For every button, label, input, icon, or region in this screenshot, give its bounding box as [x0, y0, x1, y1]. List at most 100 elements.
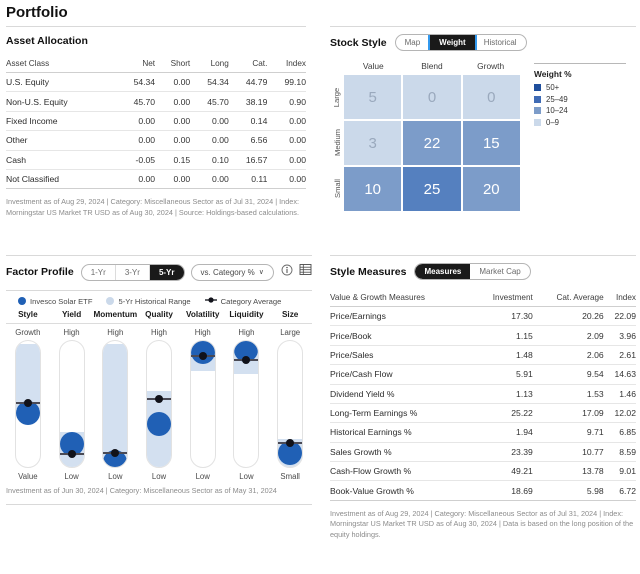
info-icon[interactable] [281, 263, 293, 281]
legend-swatch [534, 107, 541, 114]
measure-label: Price/Cash Flow [330, 364, 473, 384]
legend-swatch [534, 118, 541, 126]
style-box-cell[interactable]: 25 [403, 167, 461, 211]
col-long: Long [210, 59, 229, 68]
legend-label: 50+ [546, 83, 560, 92]
stock-style-panel: Stock Style Map Weight Historical Value Ble… [330, 26, 636, 211]
measure-label: Price/Earnings [330, 305, 473, 326]
factor-bottom-label: Low [64, 472, 79, 481]
factor-top-label: High [107, 328, 124, 337]
legend-item: 0–9 [534, 118, 626, 127]
asset-cell: 99.10 [267, 71, 306, 92]
style-box-cell[interactable]: 0 [462, 75, 520, 119]
style-box-grid-area: Value Blend Growth Large Medium Small 5 0 0 3 22… [330, 61, 520, 211]
measure-cell: 6.85 [603, 422, 636, 443]
factor-track[interactable] [277, 340, 304, 468]
asset-cell: 44.79 [228, 71, 268, 92]
style-measures-tab-measures[interactable]: Measures [415, 264, 471, 279]
stock-style-tab-weight[interactable]: Weight [428, 35, 477, 50]
style-box-cell[interactable]: 5 [344, 75, 402, 119]
legend-label: 5-Yr Historical Range [118, 296, 191, 306]
legend-swatch [534, 95, 541, 103]
table-view-icon[interactable] [299, 263, 312, 281]
legend-dot-icon [18, 297, 26, 305]
factor-track[interactable] [14, 340, 41, 468]
table-row: Price/Cash Flow 5.91 9.54 14.63 [330, 364, 636, 384]
factor-category-average-dot [286, 439, 295, 448]
measure-cell: 1.15 [472, 325, 533, 346]
style-measures-footnote: Investment as of Aug 29, 2024 | Category… [330, 508, 634, 539]
style-box-cell[interactable]: 0 [403, 75, 461, 119]
factor-period-toggle[interactable]: 1-Yr 3-Yr 5-Yr [80, 263, 185, 281]
style-box-cell[interactable]: 15 [462, 121, 520, 165]
stock-style-tab-historical[interactable]: Historical [475, 35, 526, 50]
factor-profile-legend: Invesco Solar ETF 5-Yr Historical Range Ca… [6, 291, 312, 310]
table-row: Fixed Income 0.00 0.00 0.00 0.14 0.00 [6, 110, 306, 131]
measure-cell: 12.02 [603, 402, 636, 423]
style-box-col-header: Growth [477, 61, 505, 71]
factor-top-label: Large [280, 328, 301, 337]
measure-label: Cash-Flow Growth % [330, 460, 473, 481]
style-box-cell[interactable]: 10 [344, 167, 402, 211]
factor-period-tab-5-yr[interactable]: 5-Yr [149, 264, 184, 280]
factor-bottom-label: Low [108, 472, 123, 481]
style-measures-view-toggle[interactable]: Measures Market Cap [414, 263, 531, 280]
legend-item: 10–24 [534, 106, 626, 115]
comparison-label: vs. Category % [200, 267, 255, 277]
measure-label: Price/Sales [330, 344, 473, 365]
table-header-row: Value & Growth Measures Investment Cat. … [330, 291, 636, 307]
factor-track[interactable] [146, 340, 173, 468]
factor-investment-marker [147, 412, 172, 437]
style-box-rows: Large Medium Small 5 0 0 3 22 15 10 25 20 [330, 75, 520, 211]
measure-cell: 20.26 [532, 305, 604, 326]
factor-profile-panel: Factor Profile 1-Yr 3-Yr 5-Yr vs. Category… [6, 255, 313, 505]
factor-top-label: High [194, 328, 211, 337]
asset-class-label: Not Classified [6, 168, 117, 190]
asset-cell: 0.00 [116, 168, 156, 190]
legend-dot-icon [106, 297, 115, 305]
style-measures-header: Style Measures Measures Market Cap [330, 256, 636, 291]
measure-label: Dividend Yield % [330, 383, 473, 404]
factor-period-tab-3-yr[interactable]: 3-Yr [116, 264, 150, 280]
asset-allocation-footnote: Investment as of Aug 29, 2024 | Category… [6, 197, 300, 217]
asset-cell: 0.00 [190, 130, 229, 150]
measure-cell: 22.09 [603, 305, 636, 326]
measure-cell: 5.91 [472, 364, 533, 384]
style-box-cell[interactable]: 3 [344, 121, 402, 165]
col-net: Net [142, 59, 156, 68]
col-index: Index [615, 293, 636, 302]
factor-track[interactable] [189, 340, 216, 468]
asset-class-label: U.S. Equity [6, 71, 117, 92]
measure-cell: 9.54 [532, 364, 604, 384]
comparison-dropdown[interactable]: vs. Category % ∨ [190, 263, 274, 281]
legend-swatch [534, 84, 541, 91]
measure-cell: 23.39 [472, 441, 533, 462]
measure-cell: 6.72 [603, 480, 636, 501]
style-measures-tab-market-cap[interactable]: Market Cap [470, 264, 529, 279]
factor-column-size: Size Large Small [268, 310, 313, 481]
factor-track[interactable] [58, 340, 85, 468]
style-box-cell[interactable]: 20 [462, 167, 520, 211]
factor-category-average-dot [155, 394, 164, 403]
legend-label: 25–49 [546, 94, 568, 104]
stock-style-tab-map[interactable]: Map [396, 35, 431, 50]
stock-style-view-toggle[interactable]: Map Weight Historical [394, 34, 527, 51]
factor-track[interactable] [102, 340, 129, 468]
stock-style-title: Stock Style [330, 36, 387, 49]
asset-cell: 0.00 [116, 110, 156, 131]
measure-cell: 5.98 [532, 480, 604, 501]
style-measures-panel: Style Measures Measures Market Cap Value … [330, 255, 636, 540]
style-box-cell[interactable]: 22 [403, 121, 461, 165]
asset-cell: 0.00 [155, 91, 191, 112]
factor-name: Volatility [185, 310, 220, 319]
asset-cell: 0.00 [155, 110, 191, 131]
measure-cell: 10.77 [532, 441, 604, 462]
table-row: Price/Sales 1.48 2.06 2.61 [330, 344, 636, 365]
measure-cell: 1.46 [603, 383, 636, 404]
col-index: Index [285, 59, 306, 68]
factor-name: Quality [145, 310, 173, 319]
factor-track[interactable] [233, 340, 260, 468]
measure-cell: 2.06 [532, 344, 604, 365]
asset-cell: 0.00 [267, 130, 306, 150]
factor-period-tab-1-yr[interactable]: 1-Yr [82, 264, 116, 280]
